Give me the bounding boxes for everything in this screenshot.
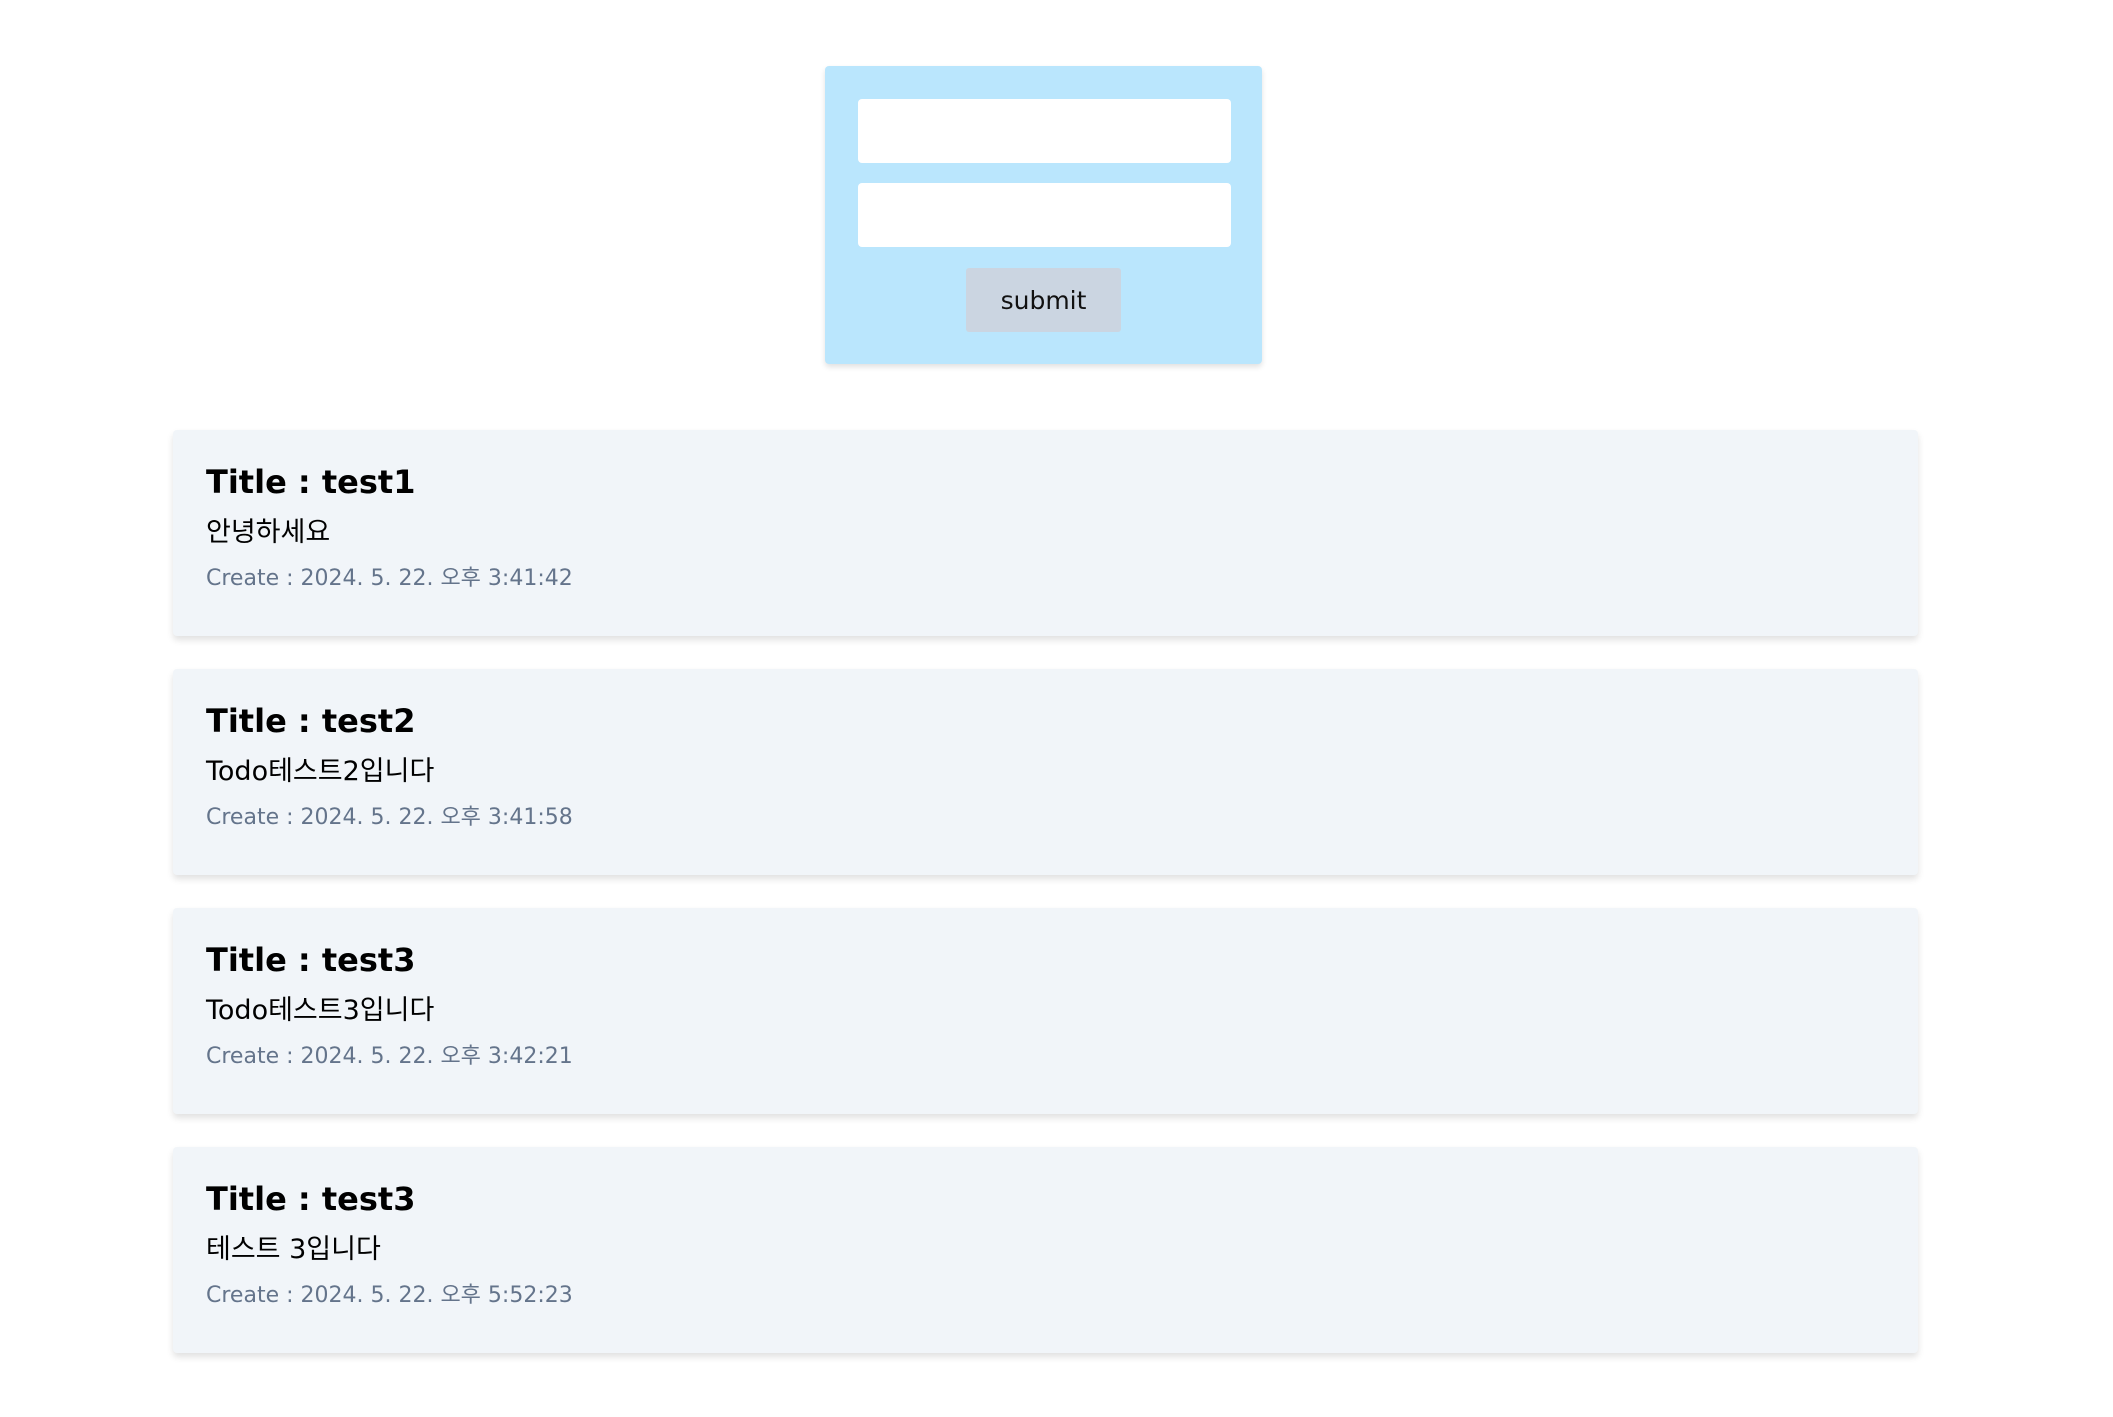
todo-content: 안녕하세요	[206, 517, 331, 548]
submit-button[interactable]: submit	[966, 268, 1121, 332]
todo-title: Title : test2	[206, 702, 416, 740]
todo-created-time: Create : 2024. 5. 22. 오후 5:52:23	[206, 1283, 573, 1308]
todo-form: submit	[825, 66, 1262, 364]
todo-created-time: Create : 2024. 5. 22. 오후 3:42:21	[206, 1044, 573, 1069]
todo-card: Title : test3 Todo테스트3입니다 Create : 2024.…	[173, 908, 1918, 1114]
todo-content: Todo테스트2입니다	[206, 756, 435, 787]
todo-title: Title : test3	[206, 1180, 416, 1218]
content-input[interactable]	[858, 183, 1231, 247]
todo-list: Title : test1 안녕하세요 Create : 2024. 5. 22…	[173, 430, 1918, 1386]
todo-title: Title : test1	[206, 463, 416, 501]
todo-card: Title : test3 테스트 3입니다 Create : 2024. 5.…	[173, 1147, 1918, 1353]
todo-card: Title : test1 안녕하세요 Create : 2024. 5. 22…	[173, 430, 1918, 636]
todo-created-time: Create : 2024. 5. 22. 오후 3:41:58	[206, 805, 573, 830]
todo-card: Title : test2 Todo테스트2입니다 Create : 2024.…	[173, 669, 1918, 875]
todo-content: 테스트 3입니다	[206, 1234, 381, 1265]
todo-content: Todo테스트3입니다	[206, 995, 435, 1026]
title-input[interactable]	[858, 99, 1231, 163]
todo-created-time: Create : 2024. 5. 22. 오후 3:41:42	[206, 566, 573, 591]
todo-title: Title : test3	[206, 941, 416, 979]
